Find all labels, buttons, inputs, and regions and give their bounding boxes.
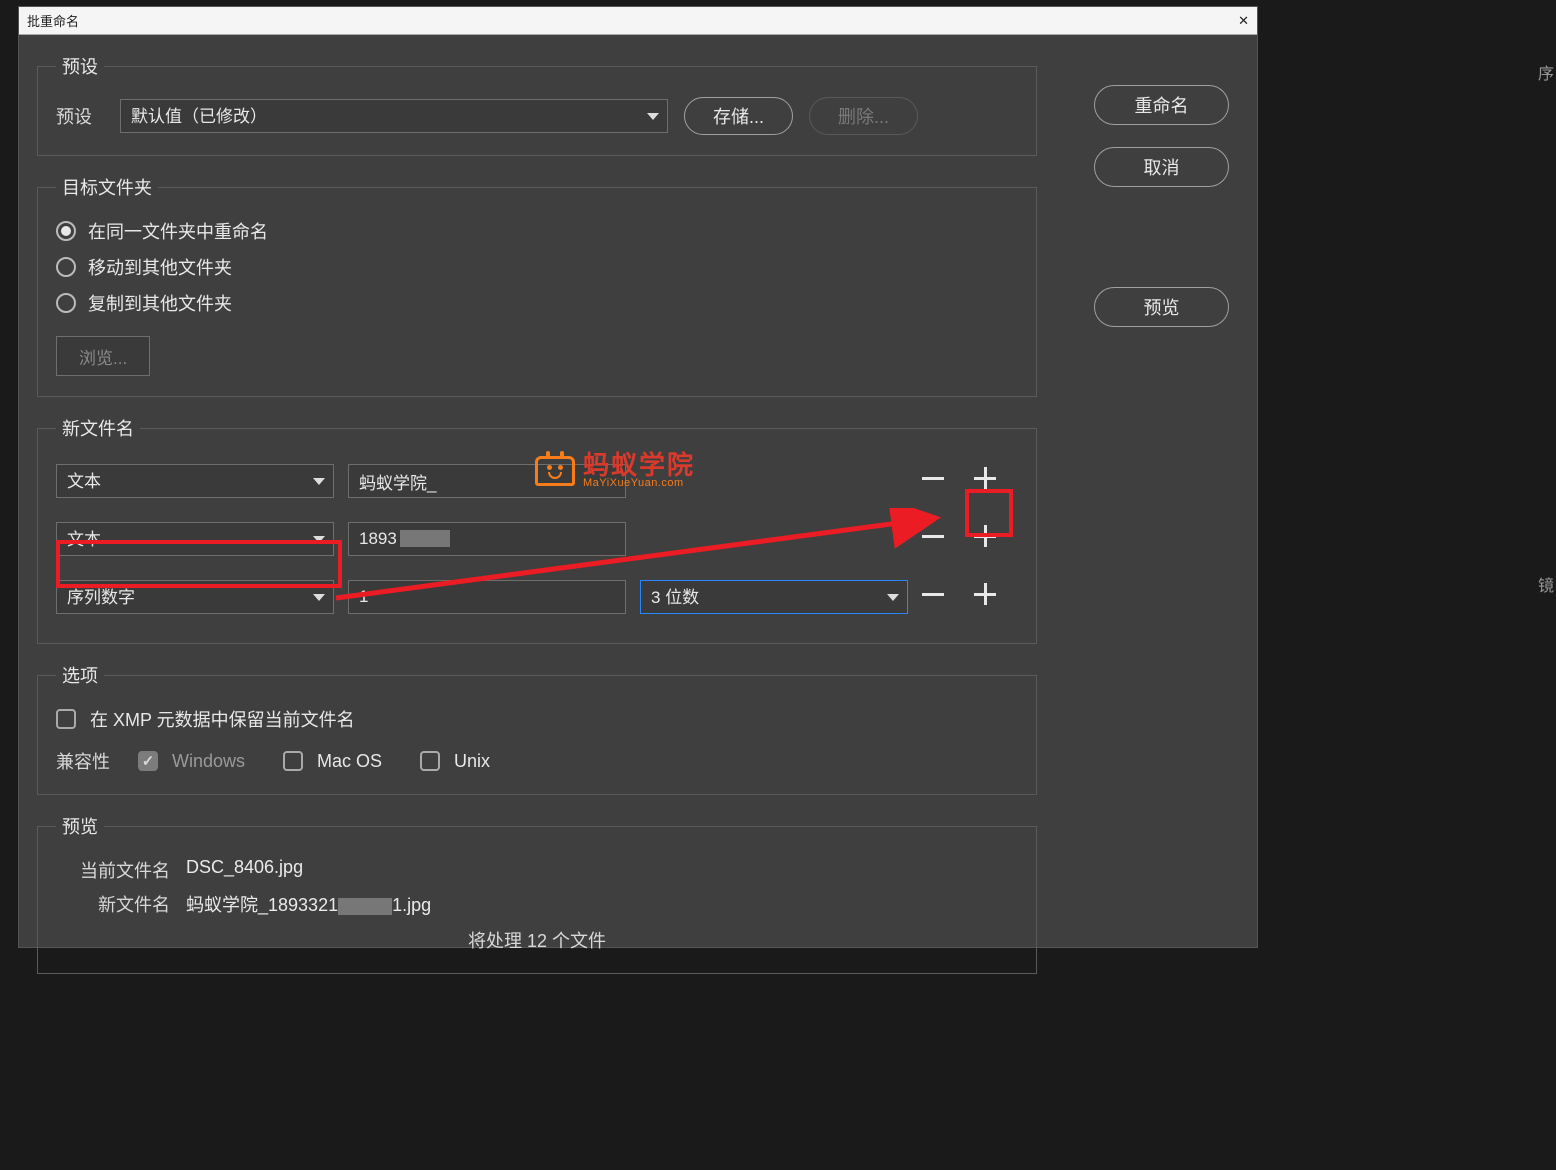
preset-group: 预设 预设 默认值（已修改） 存储... 删除...	[37, 53, 1037, 156]
compat-label: 兼容性	[56, 748, 124, 774]
dialog-title: 批重命名	[27, 11, 79, 30]
delete-preset-button: 删除...	[809, 97, 918, 135]
preserve-xmp-checkbox[interactable]	[56, 709, 76, 729]
batch-rename-dialog: 批重命名 ✕ 重命名 取消 预览 预设 预设 默认值（已修改）	[18, 6, 1258, 948]
preview-summary: 将处理 12 个文件	[56, 927, 1018, 953]
row2-text-input[interactable]	[348, 522, 626, 556]
row3-start-input[interactable]	[348, 580, 626, 614]
radio-copy-folder[interactable]	[56, 293, 76, 313]
row3-digits-select[interactable]: 3 位数	[640, 580, 908, 614]
row1-text-input[interactable]	[348, 464, 626, 498]
row1-type-select[interactable]: 文本	[56, 464, 334, 498]
row2-type-select[interactable]: 文本	[56, 522, 334, 556]
new-filename-value: 蚂蚁学院_18933211.jpg	[186, 891, 1018, 917]
row2-remove-button[interactable]	[918, 521, 948, 551]
browse-button: 浏览...	[56, 336, 150, 376]
radio-copy-folder-label: 复制到其他文件夹	[88, 290, 232, 316]
new-filename-legend: 新文件名	[56, 415, 140, 441]
preset-select[interactable]: 默认值（已修改）	[120, 99, 668, 133]
row3-type-select[interactable]: 序列数字	[56, 580, 334, 614]
compat-unix-label: Unix	[454, 751, 490, 772]
bg-char: 镜	[1538, 572, 1554, 596]
compat-unix-checkbox[interactable]	[420, 751, 440, 771]
new-filename-label: 新文件名	[56, 891, 186, 917]
preset-label: 预设	[56, 103, 104, 129]
compat-windows-label: Windows	[172, 751, 245, 772]
save-preset-button[interactable]: 存储...	[684, 97, 793, 135]
destination-legend: 目标文件夹	[56, 174, 158, 200]
row1-remove-button[interactable]	[918, 463, 948, 493]
redacted-area	[400, 530, 450, 547]
radio-move-folder-label: 移动到其他文件夹	[88, 254, 232, 280]
close-icon[interactable]: ✕	[1238, 13, 1249, 29]
options-legend: 选项	[56, 662, 104, 688]
destination-group: 目标文件夹 在同一文件夹中重命名 移动到其他文件夹 复制到其他文件夹 浏览...	[37, 174, 1037, 397]
compat-mac-checkbox[interactable]	[283, 751, 303, 771]
row3-remove-button[interactable]	[918, 579, 948, 609]
radio-move-folder[interactable]	[56, 257, 76, 277]
current-filename-value: DSC_8406.jpg	[186, 857, 1018, 883]
preserve-xmp-label: 在 XMP 元数据中保留当前文件名	[90, 706, 355, 732]
row2-add-button[interactable]	[970, 521, 1000, 551]
compat-windows-checkbox	[138, 751, 158, 771]
row1-add-button[interactable]	[970, 463, 1000, 493]
compat-mac-label: Mac OS	[317, 751, 382, 772]
preview-legend: 预览	[56, 813, 104, 839]
radio-same-folder[interactable]	[56, 221, 76, 241]
new-filename-group: 新文件名 文本	[37, 415, 1037, 644]
current-filename-label: 当前文件名	[56, 857, 186, 883]
radio-same-folder-label: 在同一文件夹中重命名	[88, 218, 268, 244]
row3-add-button[interactable]	[970, 579, 1000, 609]
bg-char: 序	[1538, 60, 1554, 84]
titlebar: 批重命名 ✕	[19, 7, 1257, 35]
preset-legend: 预设	[56, 53, 104, 79]
preview-group: 预览 当前文件名 DSC_8406.jpg 新文件名 蚂蚁学院_18933211…	[37, 813, 1037, 974]
options-group: 选项 在 XMP 元数据中保留当前文件名 兼容性 Windows Mac OS	[37, 662, 1037, 795]
